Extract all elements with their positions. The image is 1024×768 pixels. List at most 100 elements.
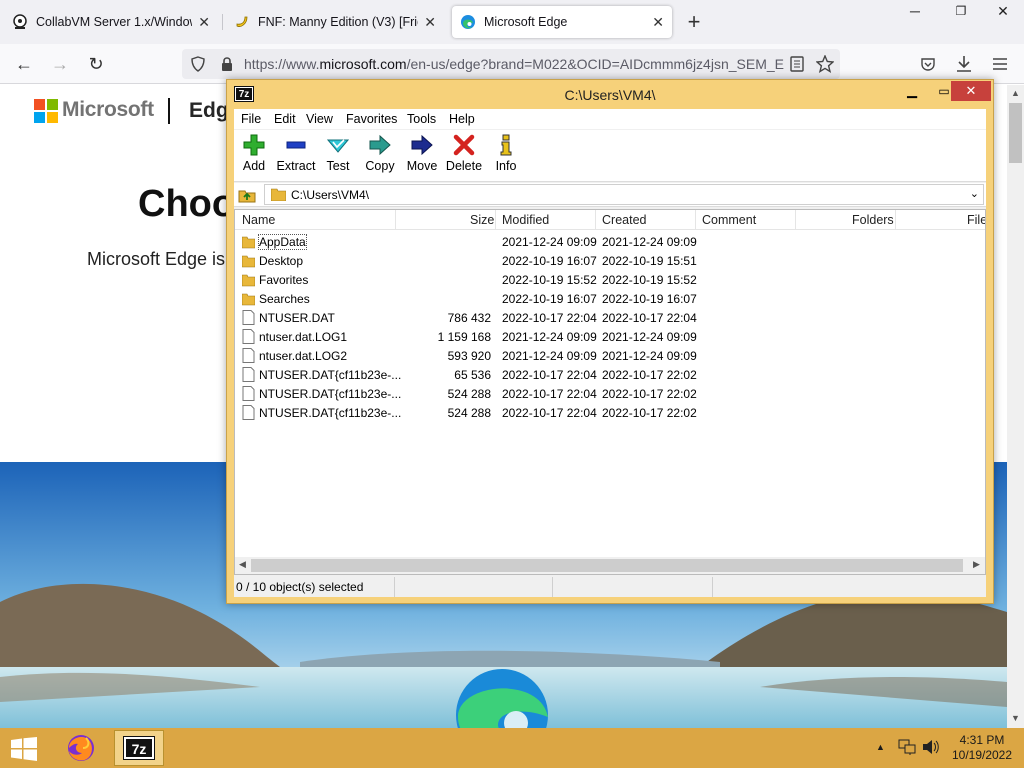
menu-view[interactable]: View [306,112,333,126]
taskbar-clock[interactable]: 4:31 PM 10/19/2022 [944,733,1020,763]
tab-collabvm[interactable]: CollabVM Server 1.x/Windows P ✕ [4,6,218,38]
cell-modified: 2022-10-17 22:04 [502,311,597,325]
microsoft-brand-text[interactable]: Microsoft [62,98,154,122]
tab-microsoft-edge[interactable]: Microsoft Edge ✕ [452,6,672,38]
column-size[interactable]: Size [470,213,494,227]
file-row[interactable]: AppData 2021-12-24 09:09 2021-12-24 09:09 [235,232,985,251]
chevron-down-icon[interactable]: ⌄ [970,187,979,200]
hero-subtitle: Microsoft Edge is [87,249,226,269]
menu-edit[interactable]: Edit [274,112,296,126]
menu-icon[interactable] [992,57,1008,71]
path-text: C:\Users\VM4\ [291,188,370,202]
extract-button[interactable]: Extract [274,132,318,180]
file-icon [242,329,255,344]
close-window-button[interactable]: ✕ [982,0,1024,22]
taskbar-7zip[interactable]: 7z [114,730,164,766]
test-button[interactable]: Test [316,132,360,180]
extract-label: Extract [276,159,316,173]
menu-tools[interactable]: Tools [407,112,436,126]
file-row[interactable]: Desktop 2022-10-19 16:07 2022-10-19 15:51 [235,251,985,270]
window-titlebar[interactable]: 7z C:\Users\VM4\ ▁ ▭ ✕ [227,80,993,108]
tab-fnf[interactable]: FNF: Manny Edition (V3) [Friday ✕ [226,6,444,38]
file-list[interactable]: Name Size Modified Created Comment Folde… [234,209,986,575]
folder-up-icon[interactable] [238,187,256,203]
url-text[interactable]: https://www.microsoft.com/en-us/edge?bra… [244,56,784,72]
cell-name: NTUSER.DAT [259,311,335,325]
info-button[interactable]: Info [484,132,528,180]
browser-tab-bar: CollabVM Server 1.x/Windows P ✕ FNF: Man… [0,0,1024,44]
scrollbar-thumb[interactable] [1009,103,1022,163]
close-icon[interactable]: ✕ [198,14,210,31]
minimize-button[interactable]: ▁ [897,81,927,101]
back-button[interactable]: ← [10,50,38,78]
cell-size: 1 159 168 [437,330,491,344]
file-row[interactable]: NTUSER.DAT 786 432 2022-10-17 22:04 2022-10… [235,308,985,327]
bookmark-star-icon[interactable] [816,55,834,73]
restore-button[interactable]: ❐ [940,0,982,22]
downloads-icon[interactable] [956,55,972,73]
microsoft-logo-icon[interactable] [34,99,58,123]
file-row[interactable]: Searches 2022-10-19 16:07 2022-10-19 16:07 [235,289,985,308]
folder-icon [242,293,255,306]
file-icon [242,348,255,363]
cell-name: Searches [259,292,310,306]
file-row[interactable]: ntuser.dat.LOG1 1 159 168 2021-12-24 09:09… [235,327,985,346]
file-row[interactable]: ntuser.dat.LOG2 593 920 2021-12-24 09:09 20… [235,346,985,365]
delete-button[interactable]: Delete [442,132,486,180]
forward-button[interactable]: → [46,50,74,78]
close-icon[interactable]: ✕ [424,14,436,31]
shield-icon[interactable] [190,56,206,72]
move-arrow-icon [411,134,433,156]
file-row[interactable]: NTUSER.DAT{cf11b23e-... 524 288 2022-10-17… [235,403,985,422]
scrollbar-thumb[interactable] [251,559,963,572]
list-header: Name Size Modified Created Comment Folde… [235,210,985,230]
cell-size: 524 288 [447,387,491,401]
add-label: Add [242,159,266,173]
cell-modified: 2021-12-24 09:09 [502,330,597,344]
column-files[interactable]: File [967,213,985,227]
column-folders[interactable]: Folders [852,213,894,227]
7zip-icon: 7z [123,736,155,760]
copy-button[interactable]: Copy [358,132,402,180]
column-comment[interactable]: Comment [702,213,756,227]
network-icon[interactable] [898,739,916,755]
lock-icon[interactable] [220,56,234,72]
menu-help[interactable]: Help [449,112,475,126]
address-bar[interactable]: https://www.microsoft.com/en-us/edge?bra… [182,49,840,79]
show-hidden-icons-icon[interactable]: ▲ [876,742,885,752]
move-button[interactable]: Move [400,132,444,180]
path-input[interactable]: C:\Users\VM4\ ⌄ [264,184,984,205]
cell-size: 786 432 [447,311,491,325]
move-label: Move [406,159,438,173]
scroll-right-icon[interactable]: ▶ [973,559,980,570]
column-modified[interactable]: Modified [502,213,549,227]
minimize-button[interactable]: ─ [894,0,936,22]
reader-view-icon[interactable] [790,56,804,72]
horizontal-scrollbar[interactable]: ◀ ▶ [235,557,985,574]
volume-icon[interactable] [922,739,940,755]
menu-file[interactable]: File [241,112,261,126]
add-button[interactable]: Add [232,132,276,180]
file-row[interactable]: Favorites 2022-10-19 15:52 2022-10-19 15:5… [235,270,985,289]
close-button[interactable]: ✕ [951,81,991,101]
tab-title: FNF: Manny Edition (V3) [Friday [258,15,418,29]
test-label: Test [326,159,350,173]
pocket-icon[interactable] [920,56,936,72]
cell-modified: 2022-10-19 15:52 [502,273,597,287]
taskbar-firefox[interactable] [56,730,106,766]
file-row[interactable]: NTUSER.DAT{cf11b23e-... 524 288 2022-10-17… [235,384,985,403]
scroll-up-icon[interactable]: ▲ [1011,88,1020,98]
scroll-down-icon[interactable]: ▼ [1011,713,1020,723]
brand-divider [168,98,170,124]
windows-start-icon[interactable] [10,737,38,761]
cell-name: NTUSER.DAT{cf11b23e-... [259,406,402,420]
page-scrollbar[interactable]: ▲ ▼ [1007,85,1024,728]
column-name[interactable]: Name [242,213,275,227]
file-row[interactable]: NTUSER.DAT{cf11b23e-... 65 536 2022-10-17 … [235,365,985,384]
scroll-left-icon[interactable]: ◀ [239,559,246,570]
new-tab-button[interactable]: + [680,8,708,36]
reload-button[interactable]: ↻ [82,50,110,78]
menu-favorites[interactable]: Favorites [346,112,397,126]
column-created[interactable]: Created [602,213,646,227]
close-icon[interactable]: ✕ [652,14,664,31]
